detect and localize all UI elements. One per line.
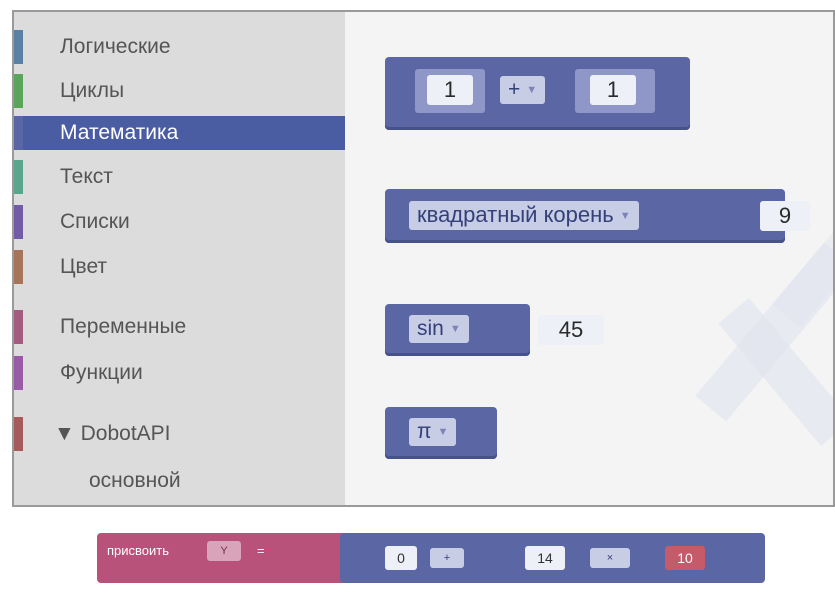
category-color[interactable]: Цвет xyxy=(14,250,345,284)
assign-label: присвоить xyxy=(107,543,170,558)
category-color-bar xyxy=(14,205,23,239)
math-arithmetic-block[interactable]: 0 + 14 × 10 xyxy=(340,533,765,583)
category-dobot-basic[interactable]: основной xyxy=(14,464,345,498)
category-color-bar xyxy=(14,160,23,194)
blockly-panel: Логические Циклы Математика Текст Списки… xyxy=(12,10,835,507)
function-dropdown[interactable]: квадратный корень ▼ xyxy=(409,201,639,231)
constant-dropdown[interactable]: π ▼ xyxy=(409,418,457,447)
equals-label: = xyxy=(257,543,265,558)
operator-dropdown[interactable]: × xyxy=(590,548,630,568)
math-single-block[interactable]: квадратный корень ▼ 9 xyxy=(385,189,810,243)
category-label: Цвет xyxy=(60,255,108,278)
number-field[interactable]: 0 xyxy=(385,546,417,570)
math-trig-block[interactable]: sin ▼ xyxy=(385,304,530,356)
function-label: квадратный корень xyxy=(417,202,614,227)
dropdown-arrow-icon: ▼ xyxy=(449,323,461,336)
dropdown-arrow-icon: ▼ xyxy=(526,84,538,97)
category-loops[interactable]: Циклы xyxy=(14,74,345,108)
category-variables[interactable]: Переменные xyxy=(14,310,345,344)
operator-dropdown[interactable]: + ▼ xyxy=(500,76,546,105)
operator-label: + xyxy=(508,78,521,101)
category-dobotapi[interactable]: ▼ DobotAPI xyxy=(14,417,345,451)
math-constant-block[interactable]: π ▼ xyxy=(385,407,497,459)
category-label: Текст xyxy=(60,165,113,188)
dropdown-arrow-icon: ▼ xyxy=(619,210,631,223)
number-field[interactable]: 45 xyxy=(538,315,604,345)
toolbox: Логические Циклы Математика Текст Списки… xyxy=(14,12,345,505)
category-color-bar xyxy=(14,417,23,451)
category-color-bar xyxy=(14,310,23,344)
number-field[interactable]: 10 xyxy=(665,546,705,570)
category-functions[interactable]: Функции xyxy=(14,356,345,390)
constant-label: π xyxy=(417,420,432,443)
category-math[interactable]: Математика xyxy=(14,116,345,150)
variable-set-block[interactable]: присвоить Y = xyxy=(97,533,357,583)
trig-label: sin xyxy=(417,317,444,340)
category-label: ▼ DobotAPI xyxy=(54,422,171,445)
category-label: основной xyxy=(89,469,181,492)
category-color-bar xyxy=(14,74,23,108)
category-label: Переменные xyxy=(60,315,187,338)
category-lists[interactable]: Списки xyxy=(14,205,345,239)
category-text[interactable]: Текст xyxy=(14,160,345,194)
category-color-bar xyxy=(14,116,23,150)
operator-dropdown[interactable]: + xyxy=(430,548,464,568)
variable-dropdown[interactable]: Y xyxy=(207,541,241,561)
category-color-bar xyxy=(14,250,23,284)
category-color-bar xyxy=(14,30,23,64)
category-label: Циклы xyxy=(60,79,125,102)
workspace[interactable]: 1 + ▼ 1 квадратный корень ▼ 9 sin ▼ 45 π ▼ xyxy=(345,12,833,505)
category-label: Списки xyxy=(60,210,130,233)
number-field[interactable]: 9 xyxy=(760,201,810,231)
trig-dropdown[interactable]: sin ▼ xyxy=(409,315,469,344)
category-label: Функции xyxy=(60,361,143,384)
category-color-bar xyxy=(14,356,23,390)
number-field[interactable]: 14 xyxy=(525,546,565,570)
math-arithmetic-block[interactable]: 1 + ▼ 1 xyxy=(385,57,690,130)
category-logic[interactable]: Логические xyxy=(14,30,345,64)
number-field[interactable]: 1 xyxy=(590,75,636,105)
category-label: Логические xyxy=(60,35,171,58)
category-label: Математика xyxy=(60,121,179,144)
dropdown-arrow-icon: ▼ xyxy=(437,426,449,439)
number-field[interactable]: 1 xyxy=(427,75,473,105)
